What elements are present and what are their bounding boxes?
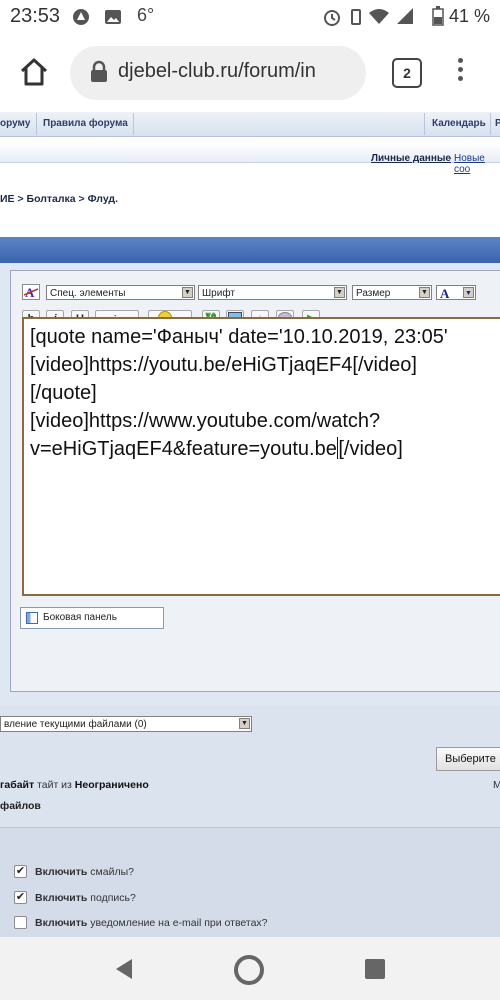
option-bold: Включить <box>35 892 88 904</box>
text-line: v=eHiGTjaqEF4&feature=youtu.be <box>30 438 337 460</box>
url-text: djebel-club.ru/forum/in <box>118 60 316 82</box>
link-separator: · <box>449 153 453 164</box>
manage-files-label: вление текущими файлами (0) <box>4 719 147 730</box>
address-bar[interactable]: djebel-club.ru/forum/in <box>70 46 366 100</box>
font-label: Шрифт <box>202 288 235 299</box>
checkbox-smilies[interactable]: ✔ <box>14 865 27 878</box>
tab-switcher-button[interactable]: 2 <box>392 58 422 88</box>
size-value: Неограничено <box>74 779 149 791</box>
cut-text: М <box>493 779 500 791</box>
chevron-down-icon: ▼ <box>239 718 250 729</box>
wifi-icon <box>369 9 389 24</box>
battery-level: 41 % <box>448 6 490 26</box>
breadcrumb[interactable]: ИЕ > Болталка > Флуд. <box>0 193 118 205</box>
chevron-down-icon: ▼ <box>334 287 345 298</box>
text-color-select[interactable]: A ▼ <box>436 285 476 301</box>
status-time: 23:53 <box>10 5 61 27</box>
size-unit: габайт <box>0 779 35 791</box>
nav-forum-home[interactable]: орумy <box>0 118 30 129</box>
forum-nav: орумy Правила форума Календарь Р <box>0 112 500 137</box>
temperature: 6° <box>137 5 155 25</box>
choose-file-button[interactable]: Выберите <box>436 747 500 771</box>
chevron-down-icon: ▼ <box>182 287 193 298</box>
panel-icon <box>26 612 38 624</box>
new-messages-link[interactable]: Новые соо <box>454 153 500 175</box>
nav-calendar[interactable]: Календарь <box>432 118 486 129</box>
text-line: [video]https://www.youtube.com/watch? <box>30 410 381 432</box>
nav-rules[interactable]: Правила форума <box>43 118 128 129</box>
vibrate-icon <box>351 9 361 25</box>
more-menu-icon[interactable] <box>450 54 470 94</box>
back-icon[interactable] <box>112 957 136 981</box>
size-select[interactable]: Размер ▼ <box>352 285 432 300</box>
format-icon[interactable]: A <box>22 284 40 300</box>
special-elements-label: Спец. элементы <box>50 288 126 299</box>
section-header-bar <box>0 237 500 263</box>
manage-files-select[interactable]: вление текущими файлами (0) ▼ <box>0 716 252 732</box>
browser-toolbar: djebel-club.ru/forum/in 2 <box>0 34 500 113</box>
option-text: смайлы? <box>87 866 134 878</box>
chevron-down-icon: ▼ <box>463 287 474 298</box>
chevron-down-icon: ▼ <box>419 287 430 298</box>
lock-icon <box>91 60 107 82</box>
checkbox-email-notify[interactable] <box>14 916 27 929</box>
signal-icon <box>397 8 413 24</box>
text-line: [video]https://youtu.be/eHiGTjaqEF4[/vid… <box>30 354 417 376</box>
nav-divider <box>490 113 491 135</box>
nav-divider <box>36 113 37 135</box>
nav-divider <box>424 113 425 135</box>
option-bold: Включить <box>35 917 88 929</box>
size-label: Размер <box>356 288 391 299</box>
recents-icon[interactable] <box>364 958 386 980</box>
special-elements-select[interactable]: Спец. элементы ▼ <box>46 285 195 300</box>
message-textarea[interactable]: [quote name='Фаныч' date='10.10.2019, 23… <box>22 317 500 596</box>
status-bar: 23:53 6° 41 % <box>0 0 500 34</box>
text-line: [/quote] <box>30 382 97 404</box>
home-nav-icon[interactable] <box>232 953 266 987</box>
alarm-icon <box>324 10 340 26</box>
side-panel-button[interactable]: Боковая панель <box>20 607 164 629</box>
battery-icon <box>432 6 444 26</box>
files-label: файлов <box>0 800 41 812</box>
image-icon <box>105 10 121 24</box>
personal-data-link[interactable]: Личные данные <box>371 153 451 164</box>
font-select[interactable]: Шрифт ▼ <box>198 285 347 300</box>
nav-divider <box>133 113 134 135</box>
text-line: [quote name='Фаныч' date='10.10.2019, 23… <box>30 326 448 348</box>
size-prefix: тайт из <box>37 779 75 791</box>
home-icon[interactable] <box>18 56 50 88</box>
option-text: подпись? <box>87 892 136 904</box>
option-bold: Включить <box>35 866 88 878</box>
text-color-label: A <box>440 286 450 301</box>
system-nav-bar <box>0 937 500 1000</box>
size-limit-text: габайт тайт из Неограничено <box>0 779 149 791</box>
nav-cut-item[interactable]: Р <box>495 118 500 129</box>
side-panel-label: Боковая панель <box>43 612 117 623</box>
option-text: уведомление на e-mail при ответах? <box>87 917 268 929</box>
assistant-icon <box>73 9 89 25</box>
checkbox-signature[interactable]: ✔ <box>14 891 27 904</box>
text-line-tail: [/video] <box>338 438 403 460</box>
user-bar: Личные данные · Новые соо <box>0 142 500 175</box>
